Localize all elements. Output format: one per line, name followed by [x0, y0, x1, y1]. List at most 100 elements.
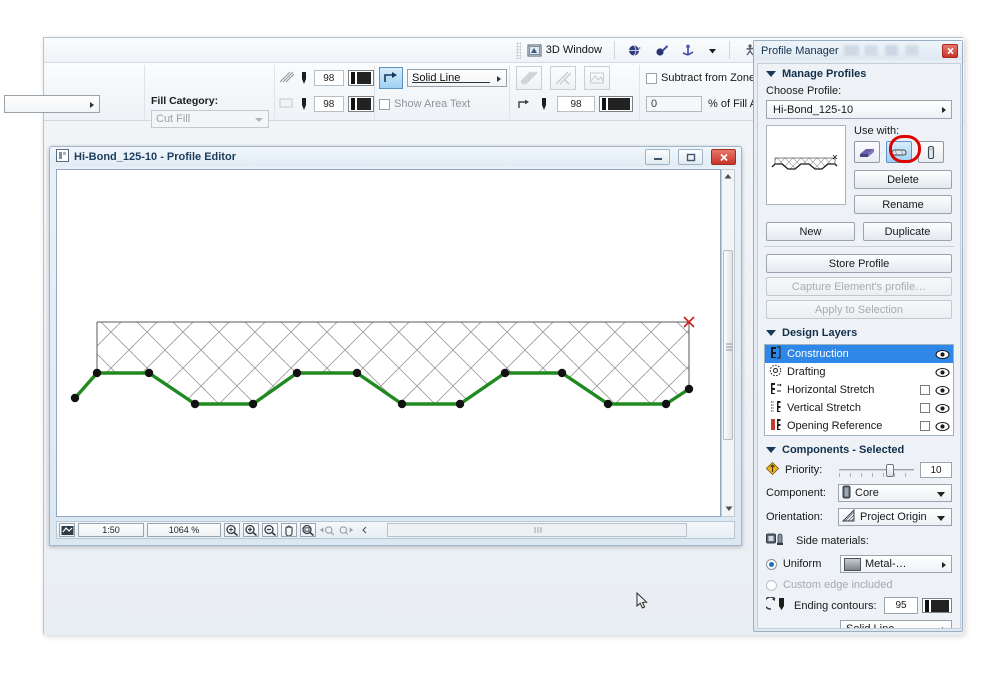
- canvas-vertical-scrollbar[interactable]: [721, 169, 735, 517]
- layer-row-construction[interactable]: Construction: [765, 345, 953, 363]
- orientation-combo[interactable]: Project Origin: [838, 508, 952, 526]
- profile-drawing-canvas[interactable]: [56, 169, 721, 517]
- priority-slider[interactable]: [839, 463, 914, 477]
- component-combo[interactable]: Core: [838, 484, 952, 502]
- manage-profiles-label: Manage Profiles: [782, 68, 867, 80]
- pan-icon[interactable]: [281, 523, 297, 537]
- layer-checkbox[interactable]: [920, 403, 930, 413]
- delete-button[interactable]: Delete: [854, 170, 952, 189]
- side-materials-icon: [766, 532, 792, 549]
- material-swatch: [844, 557, 861, 571]
- scale-value[interactable]: 1:50: [78, 523, 144, 537]
- choose-profile-combo[interactable]: Hi-Bond_125-10: [766, 100, 952, 119]
- components-label: Components - Selected: [782, 444, 905, 456]
- close-icon[interactable]: [942, 43, 958, 58]
- choose-profile-label: Choose Profile:: [766, 85, 842, 97]
- triangle-down-icon: [766, 71, 776, 77]
- contour-pen-swatch[interactable]: [599, 96, 633, 112]
- zoom-out-icon[interactable]: [262, 523, 278, 537]
- pen1-value[interactable]: 98: [314, 70, 344, 86]
- 3d-window-icon: [527, 43, 542, 58]
- canvas-horizontal-scrollbar[interactable]: [387, 523, 687, 537]
- profile-editor-icon: [56, 149, 69, 165]
- design-layers-section-header[interactable]: Design Layers: [758, 321, 960, 342]
- scroll-up-icon[interactable]: [722, 170, 734, 182]
- apply-to-selection-button[interactable]: Apply to Selection: [766, 300, 952, 319]
- pen2-swatch[interactable]: [347, 96, 374, 112]
- vertical-stretch-icon: [769, 400, 782, 416]
- capture-element-button[interactable]: Capture Element's profile…: [766, 277, 952, 296]
- zoom-fit-icon[interactable]: [224, 523, 240, 537]
- uniform-material-combo[interactable]: Metal-…: [840, 555, 952, 573]
- scrollbar-thumb[interactable]: [723, 250, 733, 440]
- maximize-icon[interactable]: [678, 149, 703, 165]
- fill-category-combo[interactable]: Cut Fill: [151, 110, 269, 128]
- contour-pen-value[interactable]: 98: [557, 96, 595, 112]
- pen2-value[interactable]: 98: [314, 96, 344, 112]
- zoom-in-icon[interactable]: [243, 523, 259, 537]
- priority-value[interactable]: 10: [920, 462, 952, 478]
- choose-profile-value: Hi-Bond_125-10: [773, 103, 854, 116]
- camera-button[interactable]: [648, 40, 675, 60]
- subtract-from-zones-checkbox[interactable]: [646, 72, 657, 84]
- eye-icon[interactable]: [935, 421, 950, 432]
- custom-edge-radio[interactable]: [766, 579, 777, 591]
- layer-row-horizontal-stretch[interactable]: Horizontal Stretch: [765, 381, 953, 399]
- profile-editor-titlebar[interactable]: Hi-Bond_125-10 - Profile Editor: [50, 147, 741, 167]
- minimize-icon[interactable]: [645, 149, 670, 165]
- layer-row-vertical-stretch[interactable]: Vertical Stretch: [765, 399, 953, 417]
- beam-profile-icon[interactable]: [886, 141, 912, 163]
- redacted-title-text: [843, 45, 937, 56]
- ending-contours-line-value: Solid Line: [846, 623, 895, 629]
- eye-icon[interactable]: [935, 367, 950, 378]
- close-icon[interactable]: [711, 149, 736, 165]
- profile-manager-titlebar[interactable]: Profile Manager: [754, 41, 962, 60]
- new-button[interactable]: New: [766, 222, 855, 241]
- mouse-cursor: [636, 591, 648, 610]
- manage-profiles-section-header[interactable]: Manage Profiles: [758, 64, 960, 83]
- pen1-swatch[interactable]: [347, 70, 374, 86]
- component-row: Component: Core: [758, 481, 960, 505]
- fill-solid-button[interactable]: [516, 66, 542, 90]
- layer-checkbox[interactable]: [920, 385, 930, 395]
- fill-image-button[interactable]: [584, 66, 610, 90]
- fill-area-input[interactable]: 0: [646, 96, 702, 112]
- components-section-header[interactable]: Components - Selected: [758, 438, 960, 459]
- contour-line-toggle[interactable]: [379, 67, 403, 89]
- duplicate-button[interactable]: Duplicate: [863, 222, 952, 241]
- tool-combo[interactable]: [4, 95, 100, 113]
- zoom-value[interactable]: 1064 %: [147, 523, 221, 537]
- line-type-combo[interactable]: Solid Line: [407, 69, 507, 87]
- profile-manager-body: Manage Profiles Choose Profile: Hi-Bond_…: [757, 63, 961, 629]
- fill-gradient-button[interactable]: [550, 66, 576, 90]
- hatch-pen-icon: [279, 71, 295, 86]
- scroll-down-icon[interactable]: [723, 503, 735, 515]
- ending-contours-pen-value[interactable]: 95: [884, 597, 918, 614]
- layer-row-opening-reference[interactable]: Opening Reference: [765, 417, 953, 435]
- column-profile-icon[interactable]: [918, 141, 944, 163]
- view-dropdown-button[interactable]: [702, 40, 723, 60]
- statusbar-more-icon[interactable]: [357, 523, 373, 537]
- layer-checkbox[interactable]: [920, 421, 930, 431]
- eye-icon[interactable]: [935, 349, 950, 360]
- next-zoom-icon[interactable]: [338, 523, 354, 537]
- layer-row-drafting[interactable]: Drafting: [765, 363, 953, 381]
- wall-profile-icon[interactable]: [854, 141, 880, 163]
- prev-zoom-icon[interactable]: [319, 523, 335, 537]
- zoom-area-icon[interactable]: [300, 523, 316, 537]
- eye-icon[interactable]: [935, 385, 950, 396]
- globe-button[interactable]: [621, 40, 648, 60]
- store-profile-button[interactable]: Store Profile: [766, 254, 952, 273]
- ending-contours-pen-swatch[interactable]: [922, 598, 952, 613]
- slider-knob[interactable]: [885, 464, 894, 477]
- chevron-right-icon: [942, 627, 946, 628]
- 3d-window-button[interactable]: 3D Window: [521, 40, 608, 60]
- axis-button[interactable]: [675, 40, 702, 60]
- eye-icon[interactable]: [935, 403, 950, 414]
- custom-edge-label: Custom edge included: [783, 579, 893, 591]
- rename-button[interactable]: Rename: [854, 195, 952, 214]
- redraw-icon[interactable]: [59, 523, 75, 537]
- ending-contours-line-combo[interactable]: Solid Line: [840, 620, 952, 629]
- uniform-radio[interactable]: [766, 558, 777, 570]
- show-area-text-checkbox[interactable]: [379, 98, 390, 110]
